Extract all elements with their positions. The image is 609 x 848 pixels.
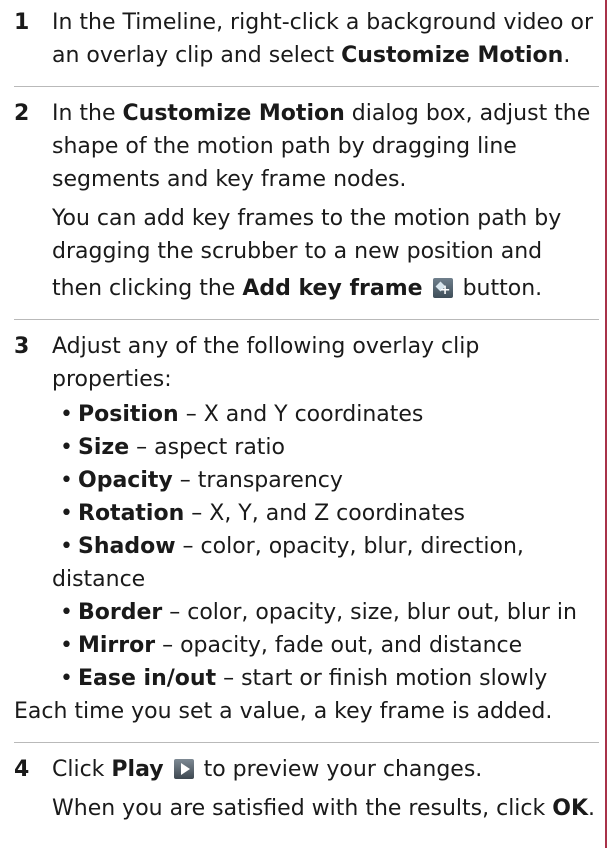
property-desc: – color, opacity, blur, direction, [175, 534, 524, 559]
step-1: 1 In the Timeline, right-click a backgro… [14, 6, 599, 72]
step-text: Click [52, 757, 112, 782]
property-desc: – opacity, fade out, and distance [155, 633, 523, 658]
step-paragraph: You can add key frames to the motion pat… [52, 206, 562, 264]
step-paragraph: then clicking the Add key frame button. [52, 272, 599, 307]
list-item: • Position – X and Y coordinates [60, 402, 424, 427]
property-name: Ease in/out [78, 666, 217, 691]
step-paragraph: Click Play to preview your changes. [52, 753, 599, 786]
property-name: Mirror [78, 633, 156, 658]
list-item: • Border – color, opacity, size, blur out… [60, 600, 577, 625]
play-label: Play [111, 757, 164, 782]
property-desc: – color, opacity, size, blur out, blur i… [162, 600, 577, 625]
divider [14, 742, 599, 743]
property-name: Shadow [78, 534, 176, 559]
property-name: Opacity [78, 468, 173, 493]
property-desc: – start or finish motion slowly [216, 666, 548, 691]
add-key-frame-icon [432, 274, 453, 307]
list-item: • Shadow – color, opacity, blur, directio… [52, 530, 599, 596]
ok-label: OK [552, 796, 589, 821]
page-edge-rule [605, 0, 607, 848]
property-desc: – transparency [172, 468, 343, 493]
add-key-frame-label: Add key frame [242, 276, 423, 301]
play-icon [173, 759, 194, 779]
step-4: 4 Click Play to preview your changes. Wh… [14, 753, 599, 825]
step-2: 2 In the Customize Motion dialog box, ad… [14, 97, 599, 307]
list-item: • Mirror – opacity, fade out, and distanc… [60, 633, 523, 658]
divider [14, 319, 599, 320]
divider [14, 86, 599, 87]
step-bold-term: Customize Motion [341, 43, 564, 68]
property-desc: – aspect ratio [129, 435, 285, 460]
step-text: In the [52, 101, 123, 126]
step-text-end: . [588, 796, 596, 821]
step-note: Each time you set a value, a key frame i… [14, 699, 553, 724]
step-3: 3 Adjust any of the following overlay cl… [14, 330, 599, 728]
list-item: • Opacity – transparency [60, 468, 343, 493]
step-text: When you are satisfied with the results,… [52, 796, 553, 821]
step-number: 1 [14, 10, 30, 35]
property-name: Size [78, 435, 130, 460]
property-name: Position [78, 402, 179, 427]
step-text-end: button. [455, 276, 543, 301]
step-number: 2 [14, 101, 30, 126]
instruction-steps: 1 In the Timeline, right-click a backgro… [14, 6, 599, 825]
step-paragraph: When you are satisfied with the results,… [52, 792, 599, 825]
property-desc: – X and Y coordinates [178, 402, 424, 427]
step-text: Adjust any of the following overlay clip… [52, 334, 480, 392]
step-text-end: . [563, 43, 571, 68]
list-item: • Ease in/out – start or finish motion sl… [60, 666, 548, 691]
property-desc-tail: distance [52, 567, 146, 592]
property-desc: – X, Y, and Z coordinates [184, 501, 465, 526]
step-number: 4 [14, 757, 30, 782]
step-bold-term: Customize Motion [122, 101, 345, 126]
step-text-end: to preview your changes. [196, 757, 483, 782]
step-text: then clicking the [52, 276, 243, 301]
property-name: Border [78, 600, 163, 625]
step-number: 3 [14, 334, 30, 359]
step-paragraph: In the Customize Motion dialog box, adju… [52, 97, 599, 196]
list-item: • Size – aspect ratio [60, 435, 285, 460]
property-name: Rotation [78, 501, 185, 526]
property-list: • Position – X and Y coordinates • Size – … [52, 398, 599, 695]
list-item: • Rotation – X, Y, and Z coordinates [60, 501, 465, 526]
